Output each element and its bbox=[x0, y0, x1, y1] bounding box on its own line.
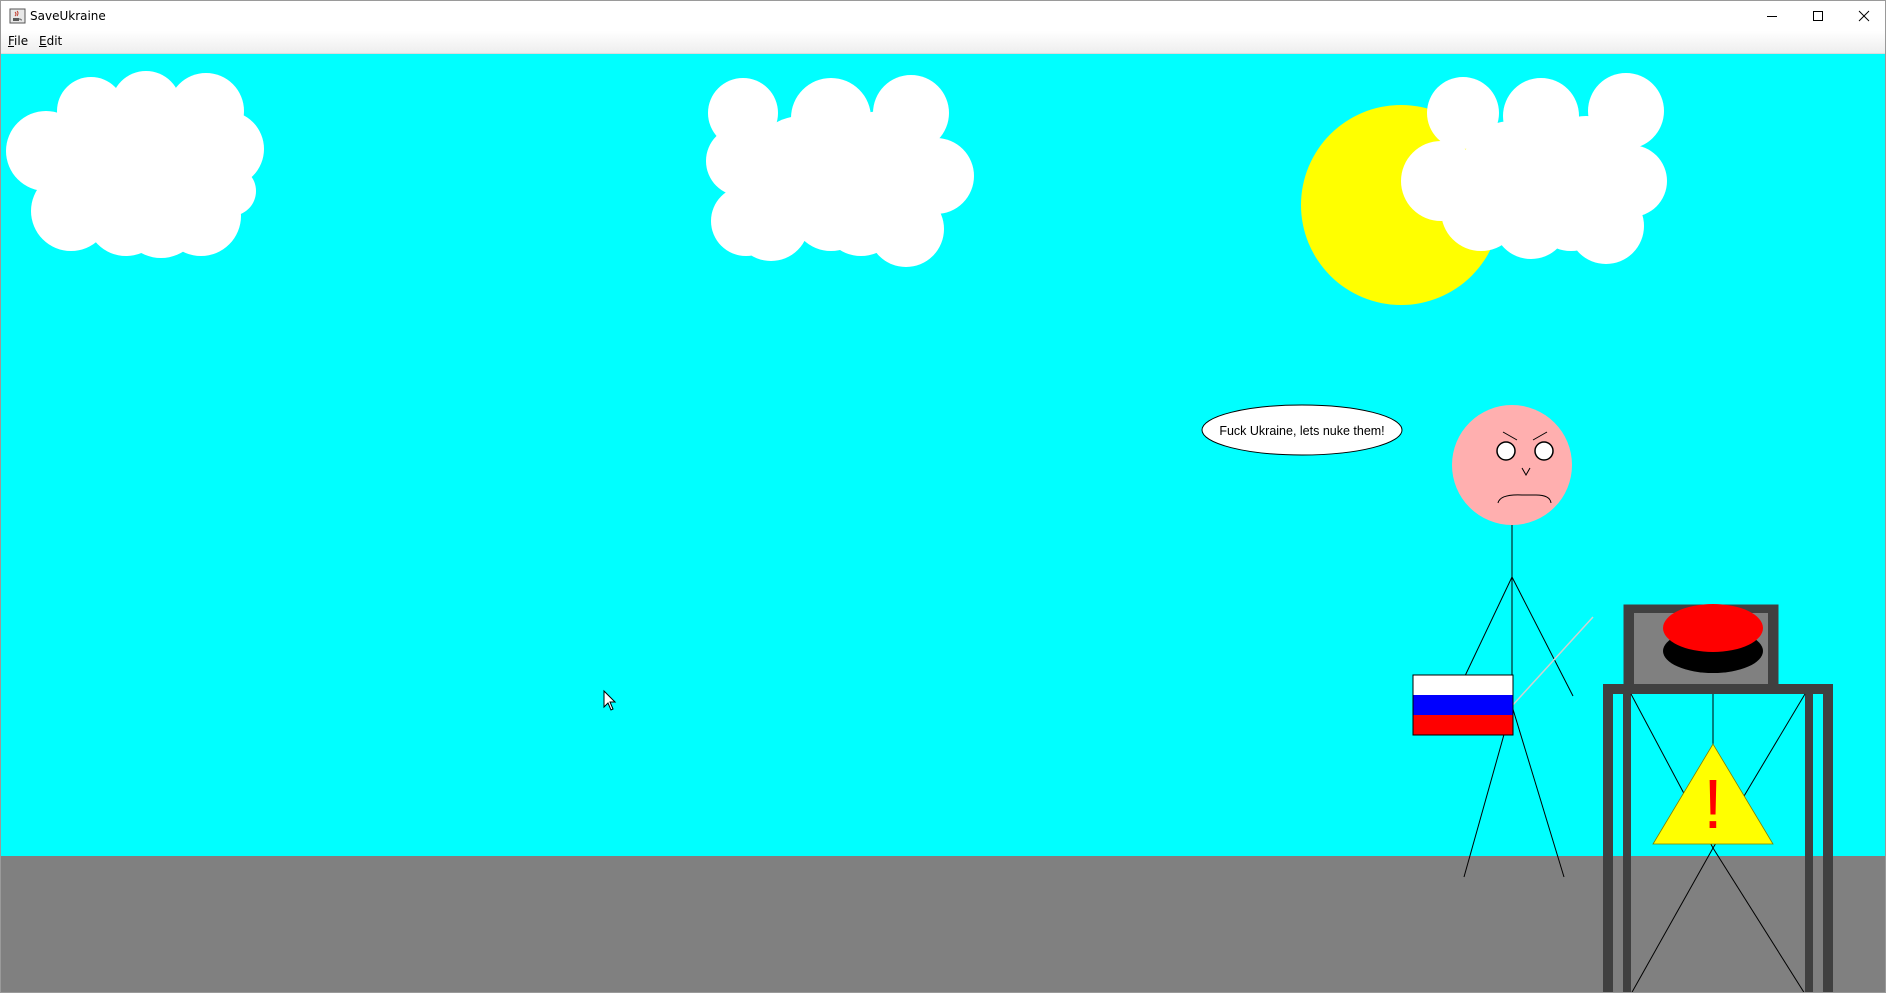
right-eye bbox=[1534, 441, 1554, 461]
menu-file[interactable]: File bbox=[8, 34, 28, 48]
minimize-icon bbox=[1767, 16, 1777, 17]
face bbox=[1452, 405, 1572, 525]
menu-bar: File Edit bbox=[1, 31, 1885, 54]
java-cup-icon bbox=[9, 8, 26, 24]
app-window: SaveUkraine File Edit Fuck Ukraine, lets… bbox=[0, 0, 1886, 993]
maximize-icon bbox=[1813, 11, 1823, 21]
ground bbox=[1, 856, 1885, 992]
game-canvas[interactable]: Fuck Ukraine, lets nuke them! ! bbox=[1, 54, 1885, 992]
russian-flag bbox=[1412, 674, 1514, 736]
cloud-middle bbox=[706, 75, 974, 267]
nuke-button[interactable] bbox=[1663, 604, 1763, 673]
close-button[interactable] bbox=[1841, 1, 1885, 31]
minimize-button[interactable] bbox=[1749, 1, 1795, 31]
title-bar[interactable]: SaveUkraine bbox=[1, 1, 1885, 31]
speech-bubble: Fuck Ukraine, lets nuke them! bbox=[1201, 404, 1403, 456]
menu-edit[interactable]: Edit bbox=[39, 34, 62, 48]
warning-symbol: ! bbox=[1703, 765, 1722, 843]
close-icon bbox=[1858, 10, 1870, 22]
window-title: SaveUkraine bbox=[30, 9, 106, 23]
maximize-button[interactable] bbox=[1795, 1, 1841, 31]
left-eye bbox=[1496, 441, 1516, 461]
speech-bubble-text: Fuck Ukraine, lets nuke them! bbox=[1219, 424, 1384, 438]
